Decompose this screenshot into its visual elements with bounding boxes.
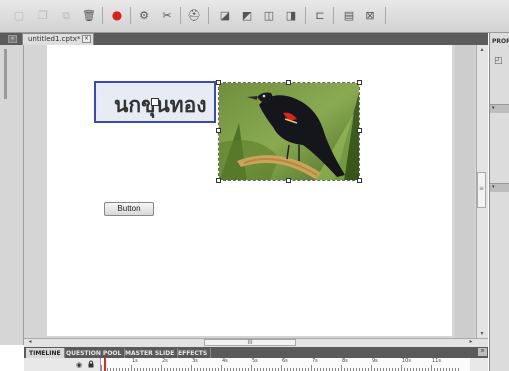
toolbar: ▢ ❐ ⧉ 🗑 ● ⚙ ✂ ⛑ ◪ ◩ ◫ ◨ ⊏ ▤ ⊠ [0, 0, 509, 33]
ruler-label: 8s [342, 358, 348, 364]
ruler-label: 4s [222, 358, 228, 364]
slide-button-widget[interactable]: Button [104, 202, 154, 216]
ruler-label: 9s [372, 358, 378, 364]
ruler-tick [401, 365, 402, 371]
properties-title: PROPERTIES [492, 38, 509, 45]
ruler-tick [341, 365, 342, 371]
image-handle-sw[interactable] [216, 178, 221, 183]
image-handle-w[interactable] [216, 128, 221, 133]
ruler-tick [281, 365, 282, 371]
ruler-label: 3s [192, 358, 198, 364]
ruler-tick [221, 365, 222, 371]
toolbar-separator [180, 7, 181, 24]
effects-icon[interactable]: ⚙ [137, 8, 151, 22]
horizontal-scroll-thumb[interactable]: III [204, 339, 296, 346]
filmstrip-panel [0, 45, 24, 345]
toolbar-separator [333, 7, 334, 24]
toolbar-separator [305, 7, 306, 24]
ruler-tick [191, 365, 192, 371]
layers-4-icon[interactable]: ◨ [284, 8, 298, 22]
image-handle-nw[interactable] [216, 80, 221, 85]
tab-question-pool[interactable]: QUESTION POOL [63, 348, 126, 358]
hat-icon[interactable]: ⛑ [187, 8, 201, 22]
tab-timeline[interactable]: TIMELINE [26, 348, 65, 358]
scroll-left-icon[interactable]: ◂ [25, 339, 35, 346]
scissors-icon[interactable]: ✂ [160, 8, 174, 22]
document-tab-title: untitled1.cptx* [28, 35, 81, 43]
properties-panel [489, 33, 509, 371]
grid-icon[interactable]: ▤ [342, 8, 356, 22]
ruler-label: 10s [402, 358, 411, 364]
layers-1-icon[interactable]: ◪ [218, 8, 232, 22]
properties-section-header[interactable]: ▾ [490, 104, 509, 113]
stage-margin [455, 45, 475, 338]
panel-menu-icon[interactable]: ≡ [478, 348, 487, 356]
toolbar-separator [208, 7, 209, 24]
tab-master-slide[interactable]: MASTER SLIDE [122, 348, 179, 358]
image-handle-n[interactable] [286, 80, 291, 85]
timeline-ruler[interactable]: 1s 2s 3s 4s 5s 6s 7s 8s 9s 10s 11s [100, 358, 470, 371]
layers-2-icon[interactable]: ◩ [240, 8, 254, 22]
ruler-label: 1s [132, 358, 138, 364]
collapse-filmstrip-button[interactable]: « [8, 35, 17, 43]
image-handle-s[interactable] [286, 178, 291, 183]
eye-icon[interactable]: ◉ [76, 361, 82, 369]
ruler-tick [161, 365, 162, 371]
document-tab[interactable]: untitled1.cptx* × [22, 33, 94, 45]
grip-icon: ≡ [478, 185, 485, 192]
code-icon[interactable]: ⊏ [313, 8, 327, 22]
record-icon[interactable]: ● [110, 8, 124, 22]
ruler-tick [131, 365, 132, 371]
properties-section-header[interactable]: ▾ [490, 183, 509, 192]
tab-effects[interactable]: EFFECTS [175, 348, 212, 358]
caption-resize-handle[interactable] [151, 98, 159, 106]
image-handle-e[interactable] [357, 128, 362, 133]
scroll-right-icon[interactable]: ▸ [466, 339, 476, 346]
vertical-scroll-thumb[interactable]: ≡ [477, 172, 486, 208]
toolbar-separator [130, 7, 131, 24]
image-handle-ne[interactable] [357, 80, 362, 85]
ruler-label: 5s [252, 358, 258, 364]
playhead[interactable] [104, 358, 106, 371]
bird-photo [219, 83, 359, 180]
image-handle-se[interactable] [357, 178, 362, 183]
duplicate-icon[interactable]: ⧉ [59, 8, 73, 22]
ruler-tick [311, 365, 312, 371]
ruler-tick [431, 365, 432, 371]
properties-object-icon: ◰ [494, 56, 503, 66]
new-slide-icon[interactable]: ▢ [12, 8, 26, 22]
ruler-label: 11s [432, 358, 441, 364]
ruler-tick [101, 365, 102, 371]
lock-icon[interactable] [88, 360, 94, 368]
ruler-label: 7s [312, 358, 318, 364]
ruler-label: 2s [162, 358, 168, 364]
layers-3-icon[interactable]: ◫ [262, 8, 276, 22]
ruler-tick [251, 365, 252, 371]
close-icon[interactable]: × [82, 35, 91, 43]
toolbar-separator [385, 7, 386, 24]
copy-icon[interactable]: ❐ [36, 8, 50, 22]
ruler-label: 6s [282, 358, 288, 364]
document-tab-strip: « untitled1.cptx* × [0, 33, 488, 45]
toolbar-separator [102, 7, 103, 24]
scroll-up-icon[interactable]: ▴ [478, 46, 486, 54]
bottom-panel-tabs: TIMELINE QUESTION POOL MASTER SLIDE EFFE… [24, 347, 488, 358]
expand-icon[interactable]: ⊠ [363, 8, 377, 22]
delete-icon[interactable]: 🗑 [82, 8, 96, 22]
slide-image[interactable] [218, 82, 360, 181]
scroll-down-icon[interactable]: ▾ [478, 330, 486, 338]
ruler-tick [371, 365, 372, 371]
